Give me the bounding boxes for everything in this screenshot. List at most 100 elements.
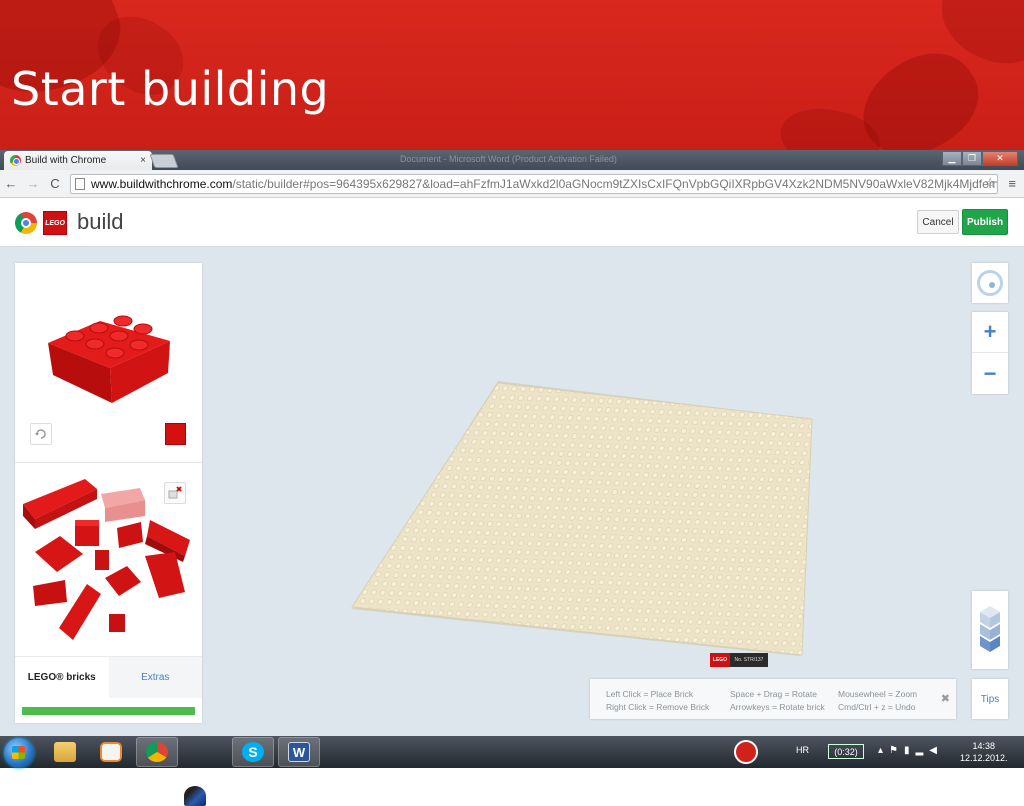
brick-option[interactable] (117, 522, 143, 548)
browser-toolbar: ← → C www.buildwithchrome.com/static/bui… (0, 170, 1024, 198)
language-indicator[interactable]: HR (796, 745, 809, 755)
tips-column-rotate: Space + Drag = Rotate Arrowkeys = Rotate… (730, 688, 825, 714)
menu-icon[interactable]: ≡ (1008, 176, 1016, 191)
browser-tab[interactable]: Build with Chrome × (4, 151, 152, 170)
media-player-icon (100, 742, 122, 762)
clock-time: 14:38 (972, 741, 996, 751)
baseplate-lego-mark: LEGO (710, 653, 730, 667)
reload-button[interactable]: C (44, 176, 66, 191)
forward-button[interactable]: → (22, 176, 44, 191)
brick-palette (15, 464, 202, 656)
url-path: /static/builder#pos=964395x629827&load=a… (232, 177, 998, 191)
back-button[interactable]: ← (0, 176, 22, 191)
chrome-logo-icon (15, 212, 37, 234)
tips-button[interactable]: Tips (972, 679, 1008, 719)
zoom-out-button[interactable]: − (972, 353, 1008, 394)
lego-logo-icon: LEGO (43, 211, 67, 235)
tab-lego-bricks[interactable]: LEGO® bricks (15, 657, 109, 698)
start-button[interactable] (4, 738, 34, 768)
tip-mousewheel: Mousewheel = Zoom (838, 689, 918, 699)
browser-window: Build with Chrome × Document - Microsoft… (0, 150, 1024, 736)
app-header: LEGO build Cancel Publish (0, 199, 1024, 247)
brick-option[interactable] (109, 614, 125, 632)
tip-arrowkeys: Arrowkeys = Rotate brick (730, 702, 825, 712)
tab-extras[interactable]: Extras (108, 657, 202, 698)
close-window-button[interactable]: ✕ (982, 151, 1018, 166)
baseplate-name: No. STR/137 (730, 653, 768, 667)
window-controls: ▁ ❐ ✕ (942, 151, 1018, 166)
clock-date: 12.12.2012. (960, 753, 1008, 763)
url-host: www.buildwithchrome.com (91, 177, 233, 191)
power-icon[interactable]: ▮ (904, 745, 916, 756)
tip-space-drag: Space + Drag = Rotate (730, 689, 817, 699)
brick-option[interactable] (105, 566, 141, 596)
tray-icons[interactable]: ▴⚑▮▂◀ (878, 745, 943, 756)
minimize-button[interactable]: ▁ (942, 151, 962, 166)
tab-strip: Build with Chrome × Document - Microsoft… (0, 150, 1024, 170)
brick-option[interactable] (75, 520, 99, 546)
brick-option-pink[interactable] (101, 488, 145, 522)
close-tab-icon[interactable]: × (140, 155, 146, 166)
brick-option[interactable] (95, 550, 109, 570)
close-tips-icon[interactable]: ✖ (941, 692, 950, 705)
brick-option[interactable] (33, 580, 67, 606)
selected-brick-preview (48, 315, 170, 403)
brick-limit-progress (22, 707, 195, 715)
folder-icon (54, 742, 76, 762)
taskbar-word[interactable]: W (278, 737, 320, 767)
maximize-button[interactable]: ❐ (962, 151, 982, 166)
palette-tabs: LEGO® bricks Extras (15, 656, 202, 698)
bookmark-star-icon[interactable]: ☆ (984, 175, 996, 191)
rotate-brick-button[interactable] (30, 423, 52, 445)
build-logo-text: build (77, 209, 124, 234)
taskbar-skype[interactable]: S (232, 737, 274, 767)
clock[interactable]: 14:38 12.12.2012. (960, 740, 1008, 764)
chrome-favicon-icon (10, 155, 21, 166)
chrome-icon (146, 742, 168, 762)
cancel-button[interactable]: Cancel (917, 210, 959, 234)
volume-icon[interactable]: ◀ (929, 745, 943, 756)
taskbar-media-player[interactable] (90, 737, 132, 767)
taskbar-chrome[interactable] (136, 737, 178, 767)
baseplate-label: LEGO No. STR/137 (710, 653, 768, 667)
window-title: Document - Microsoft Word (Product Activ… (400, 154, 617, 164)
zoom-in-button[interactable]: + (972, 312, 1008, 353)
tab-title: Build with Chrome (25, 155, 107, 166)
flash-app-icon[interactable] (734, 740, 758, 764)
baseplate[interactable] (330, 359, 830, 669)
brick-panel: LEGO® bricks Extras (15, 263, 202, 723)
rotate-icon (35, 429, 46, 439)
new-tab-button[interactable] (149, 154, 179, 168)
tips-panel: Left Click = Place Brick Right Click = R… (590, 679, 956, 719)
compass-rotate-control[interactable] (972, 263, 1008, 303)
address-bar[interactable]: www.buildwithchrome.com/static/builder#p… (70, 174, 998, 194)
show-hidden-icon[interactable]: ▴ (878, 745, 889, 756)
system-tray: HR (0:32) ▴⚑▮▂◀ 14:38 12.12.2012. (724, 736, 1024, 768)
page-icon (75, 178, 85, 190)
tips-column-zoom: Mousewheel = Zoom Cmd/Ctrl + z = Undo (838, 688, 917, 714)
builder-app: LEGO build Cancel Publish LEGO No. STR/1… (0, 199, 1024, 736)
color-picker-swatch[interactable] (165, 423, 186, 445)
action-center-icon[interactable]: ⚑ (889, 745, 904, 756)
taskbar-app[interactable] (184, 737, 226, 806)
taskbar-explorer[interactable] (44, 737, 86, 767)
layer-stack-icon (980, 606, 1000, 652)
tip-left-click: Left Click = Place Brick (606, 689, 694, 699)
battery-indicator[interactable]: (0:32) (828, 744, 864, 759)
eraser-icon (168, 486, 182, 499)
eraser-button[interactable] (164, 482, 186, 504)
progress-fill (22, 707, 195, 715)
brick-preview (15, 263, 202, 463)
tips-column-mouse: Left Click = Place Brick Right Click = R… (606, 688, 709, 714)
slide-title: Start building (11, 62, 330, 116)
windows-taskbar: S W HR (0:32) ▴⚑▮▂◀ 14:38 12.12.2012. (0, 736, 1024, 806)
layer-control[interactable] (972, 591, 1008, 669)
word-icon: W (288, 742, 310, 762)
tip-undo: Cmd/Ctrl + z = Undo (838, 702, 916, 712)
publish-button[interactable]: Publish (962, 209, 1008, 235)
app-icon (184, 786, 206, 806)
tip-right-click: Right Click = Remove Brick (606, 702, 710, 712)
slide-banner: Start building (0, 0, 1024, 150)
signal-icon[interactable]: ▂ (916, 745, 930, 756)
zoom-control: + − (972, 312, 1008, 394)
